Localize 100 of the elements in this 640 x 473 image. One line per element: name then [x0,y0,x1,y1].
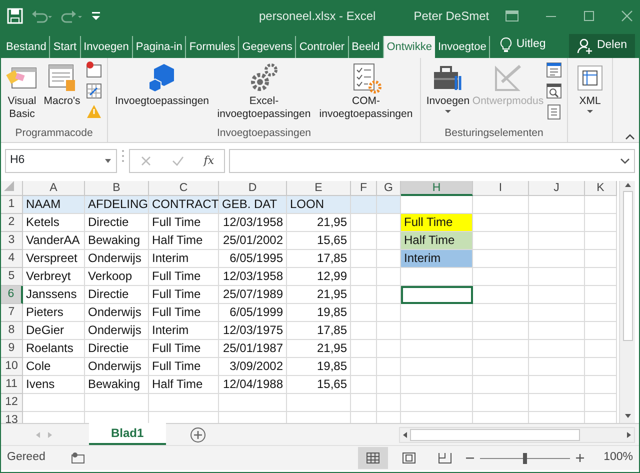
row-header[interactable]: 9 [1,340,23,358]
ribbon-button[interactable]: Visual Basic [5,61,39,122]
ribbon-button[interactable]: Excel-invoegtoepassingen [214,61,314,122]
ribbon-button[interactable]: COM-invoegtoepassingen [316,61,416,122]
column-header[interactable]: C [149,181,219,196]
ribbon-button[interactable]: Macro's [41,61,83,108]
empty-cell[interactable] [351,358,377,376]
empty-cell[interactable] [377,304,401,322]
zoom-in-icon[interactable] [576,454,584,462]
column-header[interactable]: H [401,181,473,196]
empty-cell[interactable] [473,268,529,286]
sheet-tab[interactable]: Blad1 [89,423,166,445]
maximize-icon[interactable] [583,10,595,22]
empty-cell[interactable] [85,394,149,412]
undo-icon[interactable] [31,9,53,23]
column-header[interactable]: D [219,181,287,196]
normal-view-button[interactable] [358,447,388,469]
empty-cell[interactable] [529,286,585,304]
empty-cell[interactable] [529,304,585,322]
empty-cell[interactable] [585,196,617,214]
insert-function-button[interactable]: fx [204,152,214,170]
scroll-up-icon[interactable] [624,181,632,189]
empty-cell[interactable] [529,232,585,250]
vertical-scrollbar[interactable] [619,181,635,423]
empty-cell[interactable] [351,340,377,358]
empty-cell[interactable] [585,304,617,322]
empty-cell[interactable] [529,214,585,232]
ribbon-button[interactable]: XML [572,61,608,114]
ribbon-button[interactable]: Invoegtoepassingen [112,61,212,108]
empty-cell[interactable] [585,376,617,394]
empty-cell[interactable] [351,250,377,268]
row-header[interactable]: 5 [1,268,23,286]
row-header[interactable]: 3 [1,232,23,250]
add-sheet-icon[interactable] [190,426,206,442]
next-sheet-icon[interactable] [47,430,53,438]
ribbon-button[interactable]: Invoegen [425,61,471,114]
empty-cell[interactable] [351,376,377,394]
expand-icon[interactable] [620,158,630,164]
empty-cell[interactable] [401,268,473,286]
empty-cell[interactable] [529,340,585,358]
row-header[interactable]: 11 [1,376,23,394]
empty-cell[interactable] [351,232,377,250]
column-header[interactable]: J [529,181,585,196]
empty-cell[interactable] [401,304,473,322]
empty-cell[interactable] [585,232,617,250]
empty-cell[interactable] [377,358,401,376]
empty-cell[interactable] [351,322,377,340]
empty-cell[interactable] [219,394,287,412]
empty-cell[interactable] [585,340,617,358]
empty-cell[interactable] [401,394,473,412]
empty-cell[interactable] [401,358,473,376]
column-header[interactable]: I [473,181,529,196]
column-header[interactable]: F [351,181,377,196]
column-header[interactable]: K [585,181,617,196]
formula-input[interactable] [229,149,635,173]
empty-cell[interactable] [473,340,529,358]
empty-cell[interactable] [377,340,401,358]
empty-cell[interactable] [287,394,351,412]
share-button[interactable]: Delen [568,34,635,58]
horizontal-scrollbar[interactable] [399,426,635,442]
empty-cell[interactable] [529,196,585,214]
customize-icon[interactable] [91,10,101,22]
row-header[interactable]: 10 [1,358,23,376]
select-all-icon[interactable] [4,181,14,191]
empty-cell[interactable] [473,196,529,214]
zoom-level[interactable]: 100% [604,449,633,467]
empty-cell[interactable] [585,394,617,412]
empty-cell[interactable] [351,286,377,304]
empty-cell[interactable] [351,304,377,322]
row-header[interactable]: 1 [1,196,23,214]
row-header[interactable]: 12 [1,394,23,412]
empty-cell[interactable] [377,322,401,340]
empty-cell[interactable] [585,286,617,304]
empty-cell[interactable] [529,376,585,394]
empty-cell[interactable] [473,286,529,304]
empty-cell[interactable] [401,340,473,358]
row-header[interactable]: 2 [1,214,23,232]
empty-cell[interactable] [351,268,377,286]
name-box[interactable]: H6 [5,149,117,173]
macro-record-icon[interactable] [71,452,88,464]
empty-cell[interactable] [529,268,585,286]
row-header[interactable]: 13 [1,412,23,423]
column-header[interactable]: E [287,181,351,196]
empty-cell[interactable] [377,376,401,394]
empty-cell[interactable] [585,358,617,376]
empty-cell[interactable] [585,214,617,232]
empty-cell[interactable] [351,214,377,232]
empty-cell[interactable] [529,358,585,376]
empty-cell[interactable] [401,322,473,340]
collapse-icon[interactable] [625,133,635,140]
empty-cell[interactable] [585,322,617,340]
active-cell[interactable] [401,286,473,304]
column-header[interactable]: G [377,181,401,196]
empty-cell[interactable] [473,376,529,394]
save-icon[interactable] [7,8,23,24]
empty-cell[interactable] [149,394,219,412]
zoom-slider-thumb[interactable] [522,452,527,464]
empty-cell[interactable] [585,268,617,286]
ribbon-tab[interactable]: Ontwikke [384,36,435,58]
empty-cell[interactable] [377,286,401,304]
